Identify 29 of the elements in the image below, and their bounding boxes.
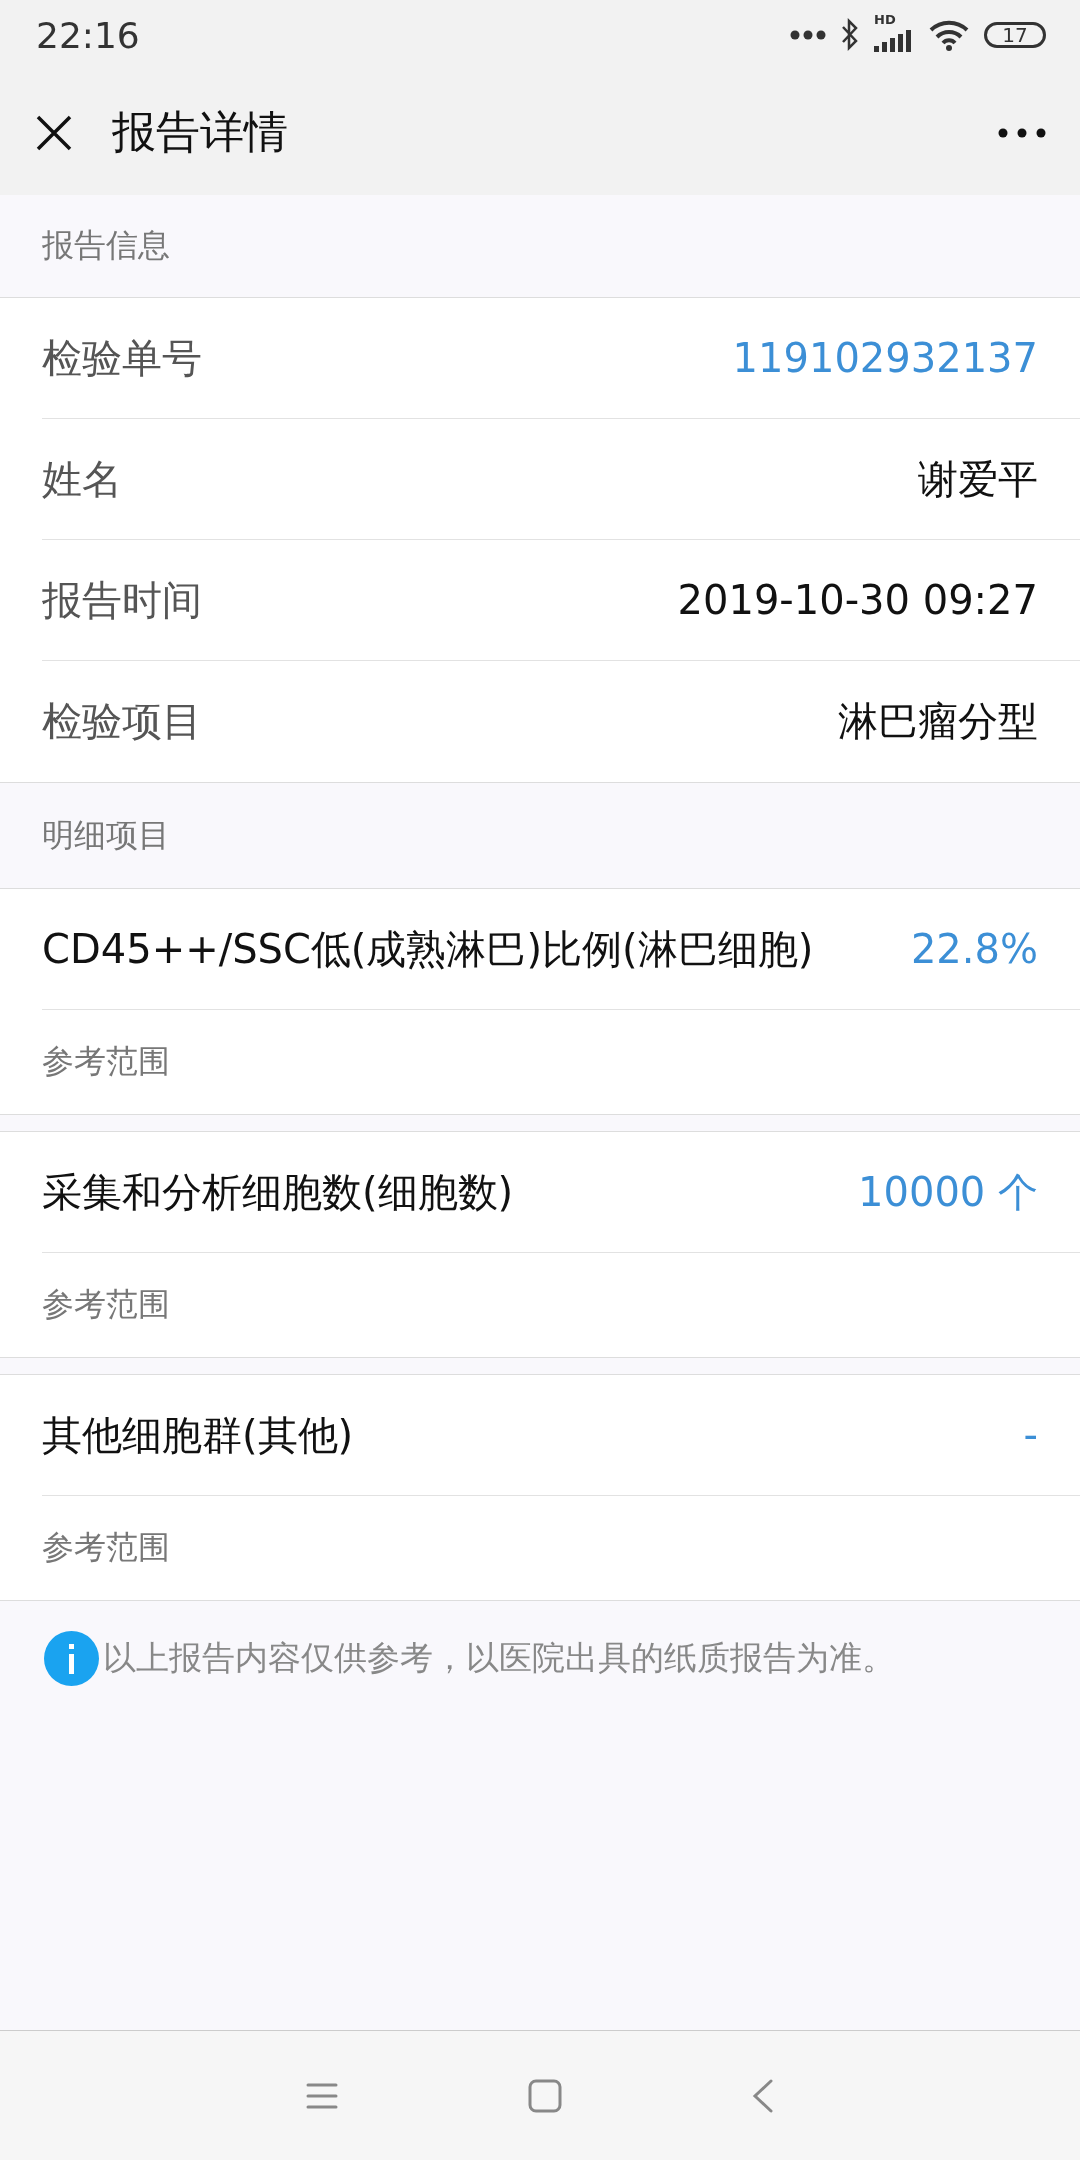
info-icon — [44, 1631, 99, 1686]
back-icon[interactable] — [752, 2078, 774, 2113]
field-value: 谢爱平 — [918, 454, 1038, 504]
field-label: 检验单号 — [42, 333, 202, 383]
bluetooth-icon — [840, 18, 860, 52]
item-result: 10000 个 — [858, 1167, 1038, 1217]
item-name: CD45++/SSC低(成熟淋巴)比例(淋巴细胞) — [42, 924, 814, 974]
reference-label: 参考范围 — [42, 1284, 170, 1325]
field-value: 淋巴瘤分型 — [838, 697, 1038, 746]
item-name: 其他细胞群(其他) — [42, 1410, 354, 1460]
page-title: 报告详情 — [112, 105, 289, 159]
item-result: 22.8% — [910, 926, 1038, 972]
wifi-icon — [928, 19, 970, 51]
status-time: 22:16 — [36, 14, 140, 56]
reference-label: 参考范围 — [42, 1527, 170, 1568]
field-value: 2019-10-30 09:27 — [677, 577, 1038, 623]
more-icon — [790, 30, 826, 40]
more-icon[interactable] — [998, 127, 1046, 138]
notice-text: 以上报告内容仅供参考，以医院出具的纸质报告为准。 — [103, 1637, 895, 1679]
menu-icon[interactable] — [306, 2081, 338, 2110]
field-label: 姓名 — [42, 454, 122, 504]
reference-label: 参考范围 — [42, 1041, 170, 1082]
value-link[interactable]: 119102932137 — [732, 335, 1038, 381]
item-name: 采集和分析细胞数(细胞数) — [42, 1167, 514, 1217]
home-icon[interactable] — [528, 2078, 562, 2113]
item-result: - — [1023, 1412, 1038, 1458]
battery-icon: 17 — [984, 22, 1046, 48]
field-label: 报告时间 — [42, 575, 202, 625]
field-label: 检验项目 — [42, 697, 202, 746]
